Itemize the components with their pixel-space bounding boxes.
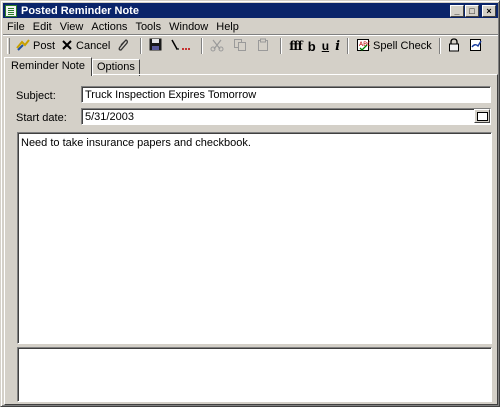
post-button[interactable]: Post [13,37,58,55]
spell-check-icon: ABC [356,38,371,55]
menu-actions[interactable]: Actions [87,21,131,33]
close-button[interactable]: × [482,4,496,17]
menu-tools[interactable]: Tools [131,21,165,33]
reminder-note-panel: Subject: Truck Inspection Expires Tomorr… [4,74,498,405]
spell-check-label: Spell Check [373,40,432,52]
address-button[interactable] [168,37,197,55]
post-icon [16,38,30,55]
underline-icon: u [321,39,330,53]
paste-icon [256,38,270,55]
lock-button[interactable] [445,37,466,55]
save-button[interactable] [146,37,168,55]
note-app-icon [5,4,17,17]
menu-file[interactable]: File [3,21,29,33]
sign-icon [469,38,483,55]
toolbar-grip[interactable] [7,38,10,54]
tab-strip: Reminder Note Options [4,57,140,76]
attach-button[interactable] [113,37,136,55]
cancel-icon [61,39,73,54]
subject-field[interactable]: Truck Inspection Expires Tomorrow [81,86,491,103]
copy-button[interactable] [230,37,253,55]
cancel-button[interactable]: Cancel [58,37,113,55]
start-date-field[interactable]: 5/31/2003 [81,108,491,125]
window-controls: _ □ × [449,4,496,17]
window-title: Posted Reminder Note [21,4,139,17]
cut-icon [210,38,224,55]
toolbar: Post Cancel fff b u i ABC Spell Check [3,36,498,56]
menu-view[interactable]: View [56,21,88,33]
title-bar[interactable]: Posted Reminder Note _ □ × [3,3,498,18]
menu-edit[interactable]: Edit [29,21,56,33]
toolbar-separator [201,38,204,54]
menu-window[interactable]: Window [165,21,212,33]
italic-button[interactable]: i [332,37,343,55]
copy-icon [233,38,247,55]
address-book-icon [171,38,191,55]
reminder-note-window: Posted Reminder Note _ □ × File Edit Vie… [0,0,500,407]
toolbar-separator [438,38,441,54]
toolbar-separator [347,38,350,54]
spell-check-button[interactable]: ABC Spell Check [353,37,435,55]
bold-icon: b [307,38,316,54]
cancel-label: Cancel [76,40,111,52]
underline-button[interactable]: u [319,37,332,55]
lock-icon [448,37,460,55]
save-icon [149,38,162,54]
toolbar-separator [280,38,283,54]
paste-button[interactable] [253,37,276,55]
calendar-icon[interactable] [474,109,490,123]
start-date-label: Start date: [16,112,67,124]
toolbar-separator [140,38,143,54]
menu-bar: File Edit View Actions Tools Window Help [3,18,498,35]
font-button[interactable]: fff [286,37,305,55]
menu-help[interactable]: Help [212,21,243,33]
post-label: Post [33,40,56,52]
italic-icon: i [335,38,341,54]
maximize-button[interactable]: □ [465,4,479,17]
note-body-textarea[interactable]: Need to take insurance papers and checkb… [17,132,492,344]
cut-button[interactable] [207,37,230,55]
font-icon: fff [289,39,302,53]
sign-button[interactable] [466,37,489,55]
subject-label: Subject: [16,90,56,102]
attachment-area[interactable] [17,347,492,402]
paperclip-icon [116,38,130,55]
tab-reminder-note[interactable]: Reminder Note [4,57,92,76]
minimize-button[interactable]: _ [450,4,464,17]
bold-button[interactable]: b [305,37,319,55]
